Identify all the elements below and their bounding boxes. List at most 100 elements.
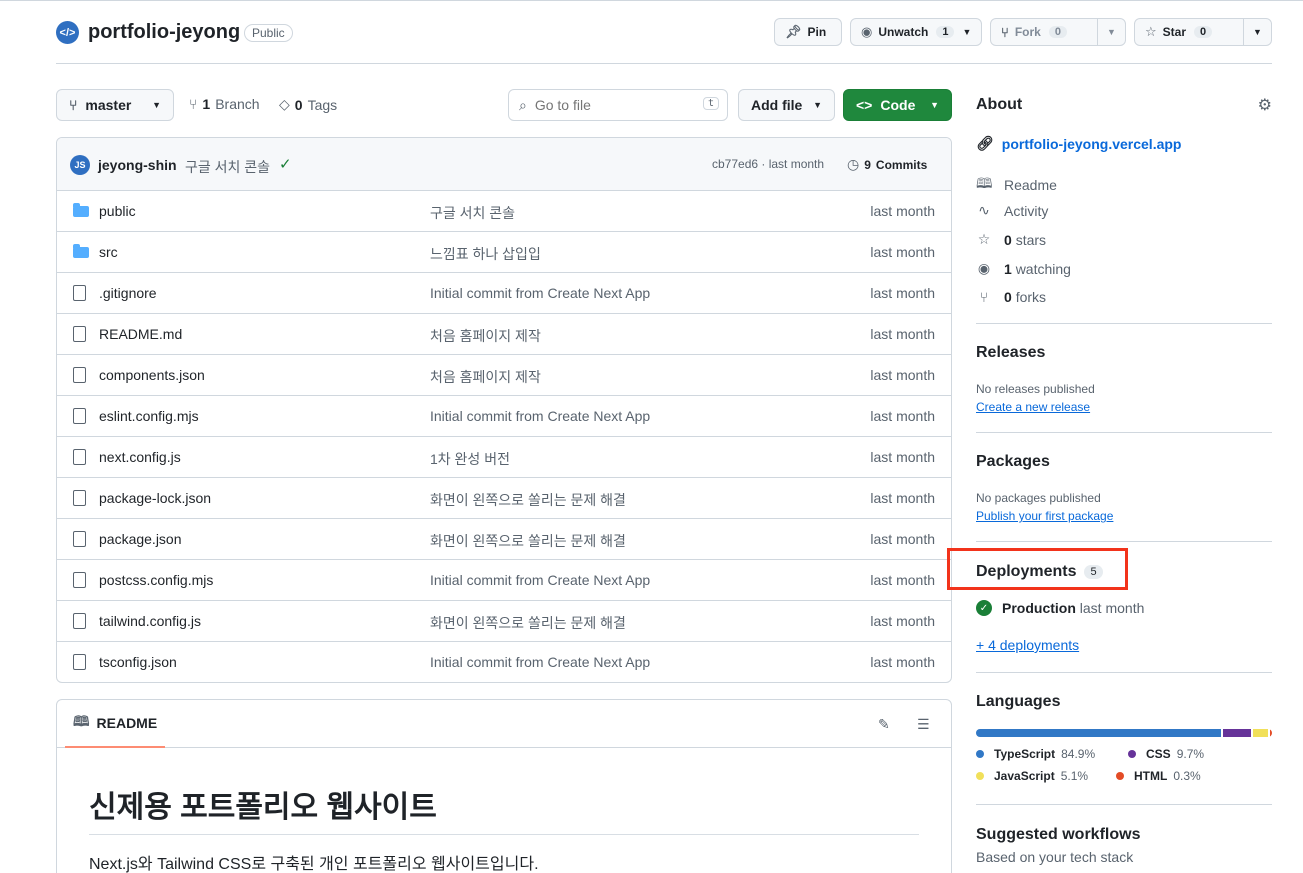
file-name-link[interactable]: public (99, 203, 136, 219)
add-file-button[interactable]: Add file ▼ (738, 89, 835, 121)
file-commit-message-link[interactable]: 처음 홈페이지 제작 (430, 367, 541, 387)
activity-label: Activity (1004, 202, 1049, 219)
repo-avatar-icon[interactable]: </> (56, 21, 79, 44)
file-name-link[interactable]: package-lock.json (99, 490, 211, 506)
tags-link[interactable]: ◇ 0 Tags (279, 96, 337, 113)
stars-link[interactable]: ☆ 0 stars (976, 231, 1046, 248)
repo-name-link[interactable]: portfolio-jeyong (88, 21, 240, 44)
file-name-link[interactable]: components.json (99, 367, 205, 383)
go-to-file-search[interactable]: ⌕ t (508, 89, 728, 121)
forks-link[interactable]: ⑂ 0 forks (976, 289, 1046, 305)
fork-count: 0 (1048, 26, 1067, 38)
language-bar-segment (976, 729, 1221, 737)
pencil-icon[interactable]: ✎ (878, 716, 890, 733)
divider (976, 432, 1272, 433)
file-name-link[interactable]: README.md (99, 326, 182, 342)
fork-dropdown-icon[interactable]: ▼ (1097, 19, 1125, 45)
website-link[interactable]: 🔗︎ portfolio-jeyong.vercel.app (976, 135, 1181, 152)
code-button[interactable]: <> Code ▼ (843, 89, 952, 121)
pin-icon: 📌︎ (785, 24, 802, 39)
star-icon: ☆ (1145, 24, 1157, 39)
table-row[interactable]: tailwind.config.js 화면이 왼쪽으로 쏠리는 문제 해결 last… (57, 601, 951, 642)
search-input[interactable] (534, 97, 685, 113)
author-avatar[interactable]: JS (70, 155, 90, 175)
table-row[interactable]: tsconfig.json Initial commit from Create … (57, 642, 951, 682)
file-name-link[interactable]: postcss.config.mjs (99, 572, 213, 588)
releases-title[interactable]: Releases (976, 344, 1045, 362)
table-row[interactable]: components.json 처음 홈페이지 제작 last month (57, 355, 951, 396)
commit-author-link[interactable]: jeyong-shin (98, 157, 177, 173)
file-commit-message-link[interactable]: Initial commit from Create Next App (430, 408, 650, 424)
code-label: Code (880, 97, 916, 113)
table-row[interactable]: README.md 처음 홈페이지 제작 last month (57, 314, 951, 355)
table-row[interactable]: postcss.config.mjs Initial commit from Cr… (57, 560, 951, 601)
pin-button[interactable]: 📌︎ Pin (774, 18, 842, 46)
branch-icon: ⑂ (69, 97, 78, 113)
file-commit-message-link[interactable]: Initial commit from Create Next App (430, 572, 650, 588)
check-icon[interactable]: ✓ (279, 155, 292, 173)
branches-link[interactable]: ⑂ 1 Branch (189, 96, 260, 112)
watching-link[interactable]: ◉ 1 watching (976, 260, 1071, 277)
check-circle-icon: ✓ (976, 600, 992, 616)
commits-history-link[interactable]: ◷ 9 Commits (847, 156, 927, 173)
file-name-link[interactable]: package.json (99, 531, 182, 547)
table-row[interactable]: next.config.js 1차 완성 버전 last month (57, 437, 951, 478)
outline-list-icon[interactable]: ☰ (917, 716, 930, 733)
table-row[interactable]: src 느낌표 하나 삽입입 last month (57, 232, 951, 273)
file-commit-message-link[interactable]: Initial commit from Create Next App (430, 285, 650, 301)
language-item[interactable]: TypeScript 84.9% (976, 747, 1095, 761)
more-deployments-link[interactable]: + 4 deployments (976, 637, 1079, 653)
readme-link[interactable]: 🕮︎ Readme (976, 173, 1057, 197)
commit-message-link[interactable]: 구글 서치 콘솔 (185, 157, 270, 177)
file-commit-message-link[interactable]: 화면이 왼쪽으로 쏠리는 문제 해결 (430, 613, 626, 633)
language-color-dot (976, 750, 984, 758)
table-row[interactable]: package.json 화면이 왼쪽으로 쏠리는 문제 해결 last month (57, 519, 951, 560)
file-commit-message-link[interactable]: 처음 홈페이지 제작 (430, 326, 541, 346)
file-name-link[interactable]: tsconfig.json (99, 654, 177, 670)
file-name-link[interactable]: src (99, 244, 118, 260)
tag-label: Tags (307, 96, 338, 113)
gear-icon[interactable]: ⚙ (1258, 95, 1272, 115)
star-button[interactable]: ☆ Star 0 ▼ (1134, 18, 1272, 46)
file-commit-message-link[interactable]: 구글 서치 콘솔 (430, 203, 515, 223)
pulse-icon: ∿ (978, 202, 990, 218)
language-name: JavaScript (994, 769, 1055, 783)
readme-panel: 🕮︎ README ✎ ☰ 신제용 포트폴리오 웹사이트 Next.js와 Ta… (56, 699, 952, 873)
file-name-link[interactable]: tailwind.config.js (99, 613, 201, 629)
fork-button[interactable]: ⑂ Fork 0 ▼ (990, 18, 1126, 46)
file-commit-message-link[interactable]: 느낌표 하나 삽입입 (430, 244, 541, 264)
activity-link[interactable]: ∿ Activity (976, 202, 1048, 219)
create-release-link[interactable]: Create a new release (976, 400, 1090, 414)
file-table: JS jeyong-shin 구글 서치 콘솔 ✓ cb77ed6 · last… (56, 137, 952, 683)
unwatch-button[interactable]: ◉ Unwatch 1 ▼ (850, 18, 982, 46)
production-deployment[interactable]: ✓ Production last month (976, 600, 1144, 616)
chevron-down-icon[interactable]: ▼ (962, 27, 971, 37)
file-commit-date: last month (870, 244, 935, 260)
table-row[interactable]: package-lock.json 화면이 왼쪽으로 쏠리는 문제 해결 last … (57, 478, 951, 519)
language-item[interactable]: CSS 9.7% (1128, 747, 1204, 761)
branch-selector[interactable]: ⑂ master ▼ (56, 89, 174, 121)
file-name-link[interactable]: eslint.config.mjs (99, 408, 199, 424)
language-item[interactable]: JavaScript 5.1% (976, 769, 1088, 783)
file-name-link[interactable]: next.config.js (99, 449, 181, 465)
file-commit-date: last month (870, 654, 935, 670)
table-row[interactable]: eslint.config.mjs Initial commit from Cre… (57, 396, 951, 437)
visibility-badge: Public (244, 24, 293, 42)
file-commit-message-link[interactable]: 화면이 왼쪽으로 쏠리는 문제 해결 (430, 531, 626, 551)
table-row[interactable]: .gitignore Initial commit from Create Nex… (57, 273, 951, 314)
deployment-env: Production (1002, 600, 1076, 616)
commit-hash-time[interactable]: cb77ed6 · last month (712, 157, 824, 171)
publish-package-link[interactable]: Publish your first package (976, 509, 1113, 523)
file-name-link[interactable]: .gitignore (99, 285, 157, 301)
file-commit-message-link[interactable]: Initial commit from Create Next App (430, 654, 650, 670)
file-icon (73, 449, 86, 465)
file-commit-message-link[interactable]: 1차 완성 버전 (430, 449, 510, 469)
star-dropdown-icon[interactable]: ▼ (1243, 19, 1271, 45)
star-label: Star (1162, 25, 1186, 39)
file-icon (73, 490, 86, 506)
packages-title[interactable]: Packages (976, 453, 1050, 471)
table-row[interactable]: public 구글 서치 콘솔 last month (57, 191, 951, 232)
readme-tab[interactable]: 🕮︎ README (65, 700, 166, 748)
file-commit-message-link[interactable]: 화면이 왼쪽으로 쏠리는 문제 해결 (430, 490, 626, 510)
language-item[interactable]: HTML 0.3% (1116, 769, 1201, 783)
